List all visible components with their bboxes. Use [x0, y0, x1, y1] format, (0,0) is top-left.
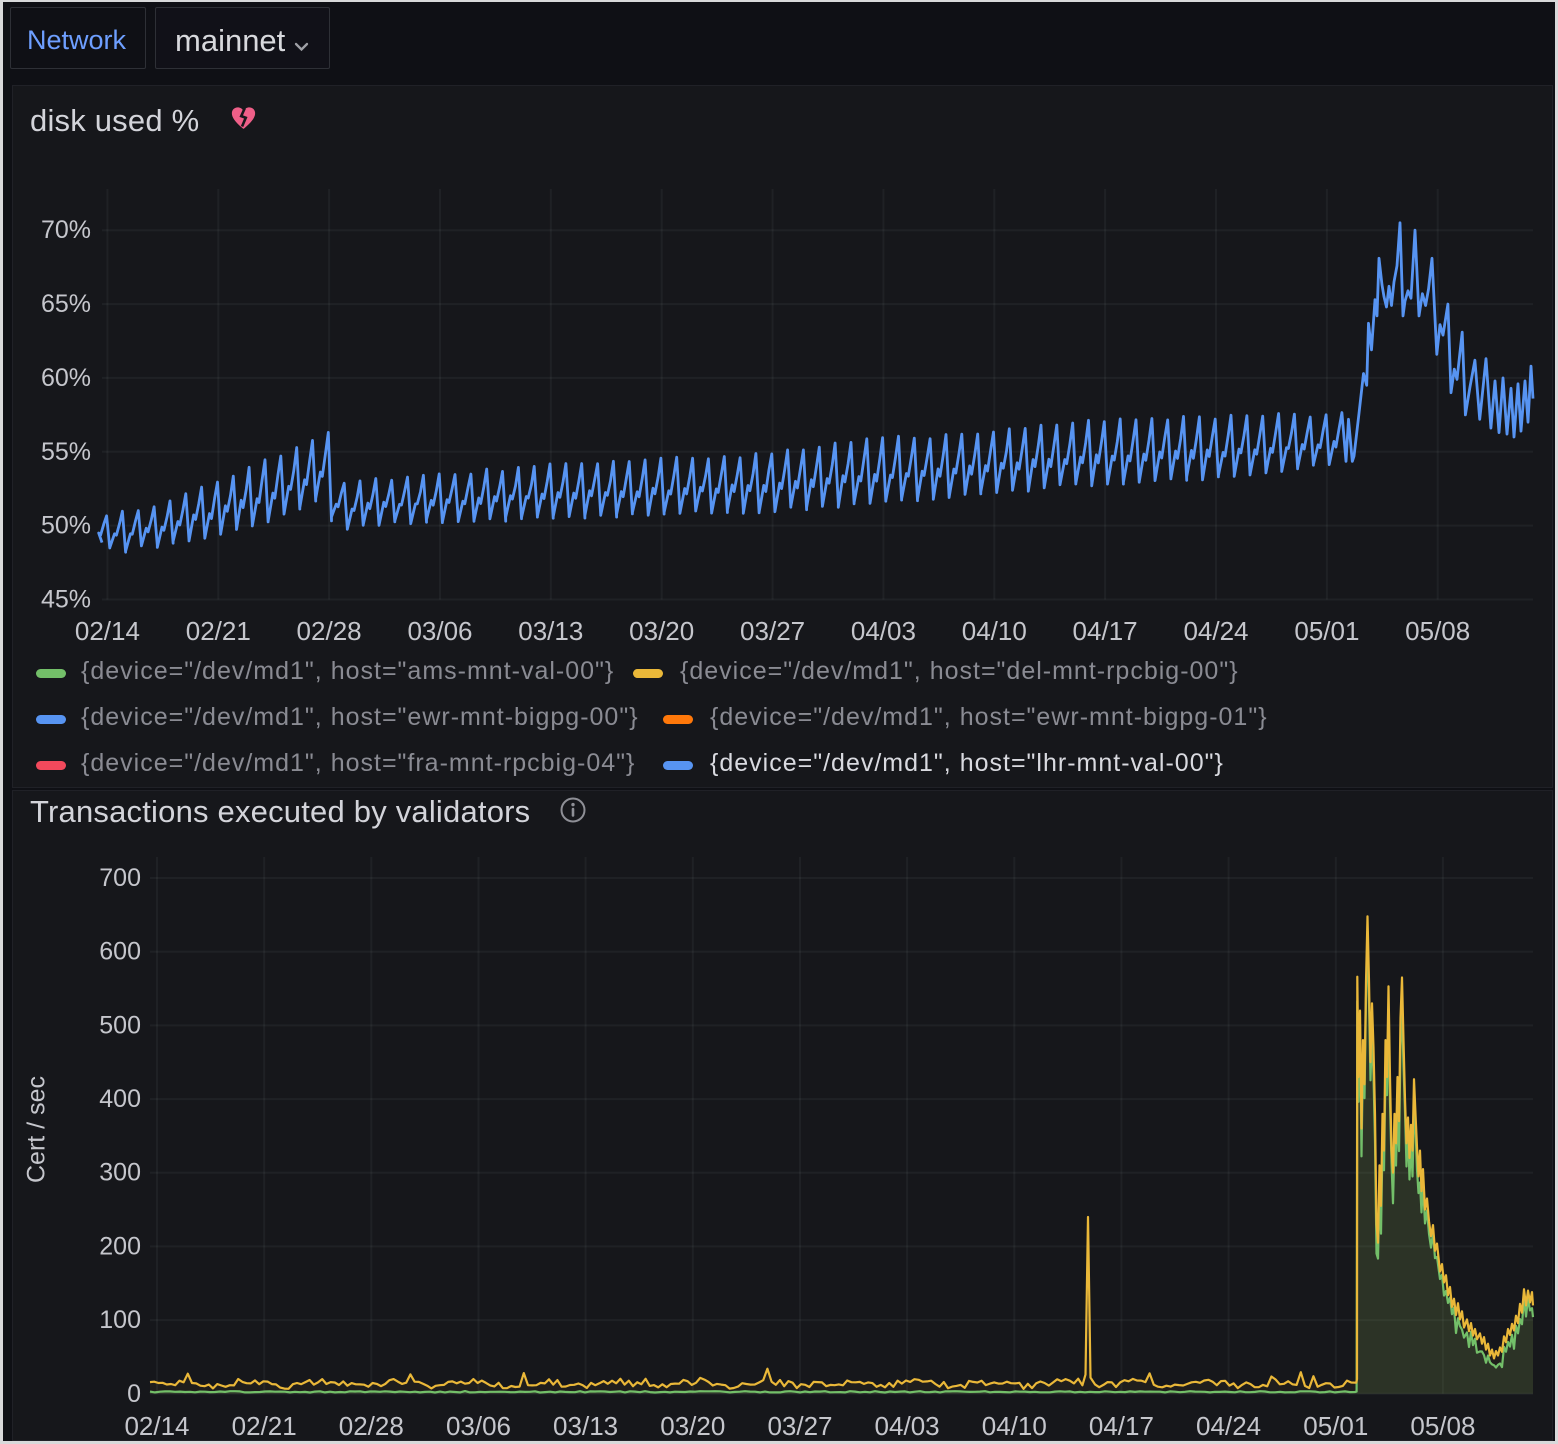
svg-text:02/21: 02/21 [232, 1411, 297, 1441]
svg-text:03/20: 03/20 [629, 616, 694, 646]
svg-text:05/08: 05/08 [1410, 1411, 1475, 1441]
svg-text:03/13: 03/13 [518, 616, 583, 646]
svg-text:04/03: 04/03 [875, 1411, 940, 1441]
svg-text:05/01: 05/01 [1303, 1411, 1368, 1441]
svg-text:500: 500 [99, 1011, 141, 1039]
svg-text:02/28: 02/28 [297, 616, 362, 646]
svg-text:100: 100 [99, 1306, 141, 1334]
svg-text:04/10: 04/10 [982, 1411, 1047, 1441]
svg-text:04/03: 04/03 [851, 616, 916, 646]
svg-text:600: 600 [99, 938, 141, 966]
svg-text:04/17: 04/17 [1073, 616, 1138, 646]
svg-text:65%: 65% [41, 290, 91, 318]
svg-text:03/27: 03/27 [740, 616, 805, 646]
svg-text:05/01: 05/01 [1294, 616, 1359, 646]
svg-text:02/28: 02/28 [339, 1411, 404, 1441]
svg-text:60%: 60% [41, 364, 91, 392]
svg-text:400: 400 [99, 1085, 141, 1113]
svg-text:04/24: 04/24 [1183, 616, 1248, 646]
svg-text:03/06: 03/06 [407, 616, 472, 646]
svg-text:04/24: 04/24 [1196, 1411, 1261, 1441]
svg-text:03/27: 03/27 [767, 1411, 832, 1441]
svg-text:03/13: 03/13 [553, 1411, 618, 1441]
svg-text:300: 300 [99, 1159, 141, 1187]
svg-text:05/08: 05/08 [1405, 616, 1470, 646]
svg-text:04/10: 04/10 [962, 616, 1027, 646]
svg-text:0: 0 [127, 1380, 141, 1408]
svg-text:50%: 50% [41, 512, 91, 540]
svg-text:700: 700 [99, 864, 141, 892]
svg-text:03/06: 03/06 [446, 1411, 511, 1441]
svg-text:200: 200 [99, 1232, 141, 1260]
svg-text:03/20: 03/20 [660, 1411, 725, 1441]
svg-text:04/17: 04/17 [1089, 1411, 1154, 1441]
svg-text:70%: 70% [41, 216, 91, 244]
svg-text:02/21: 02/21 [186, 616, 251, 646]
svg-text:45%: 45% [41, 586, 91, 614]
svg-text:55%: 55% [41, 438, 91, 466]
svg-text:02/14: 02/14 [124, 1411, 189, 1441]
svg-text:02/14: 02/14 [75, 616, 140, 646]
